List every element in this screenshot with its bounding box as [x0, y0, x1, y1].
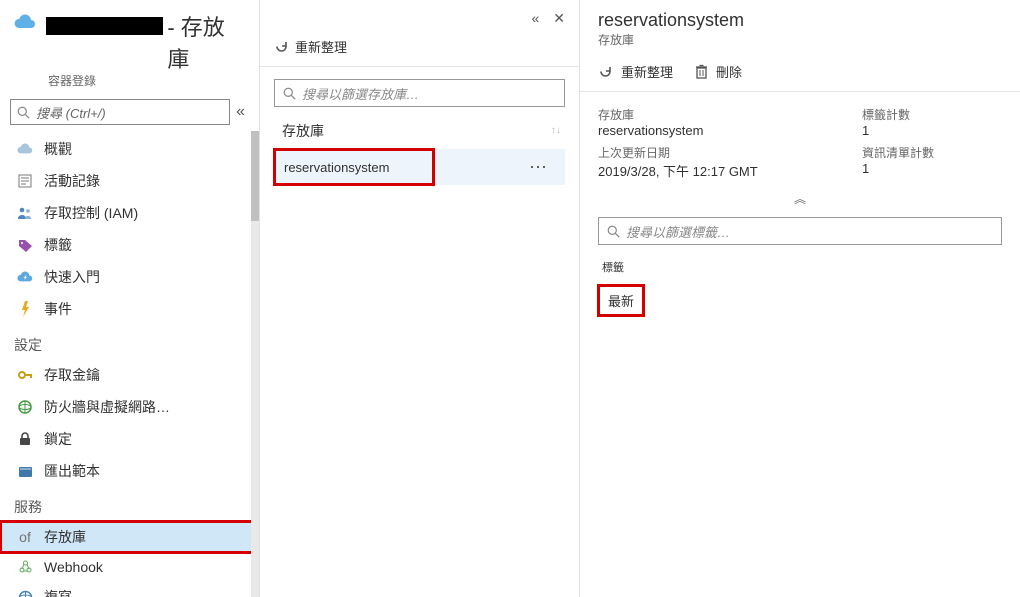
webhook-icon [16, 560, 34, 574]
nav-label: 概觀 [44, 139, 72, 159]
middle-blade: « ✕ 重新整理 搜尋以篩選存放庫… 存放庫 ↑↓ reservationsys… [260, 0, 580, 597]
right-subtitle: 存放庫 [598, 31, 1002, 48]
nav-section-services: 服務 [0, 487, 259, 521]
repo-row-more-icon[interactable]: ⋯ [513, 157, 565, 178]
nav-label: 標籤 [44, 235, 72, 255]
meta-manifest-label: 資訊清單計數 [862, 144, 1002, 161]
refresh-icon[interactable] [274, 39, 289, 54]
events-icon [16, 301, 34, 317]
delete-icon[interactable] [695, 64, 708, 79]
nav-repositories[interactable]: of 存放庫 [0, 521, 259, 553]
nav-export-template[interactable]: 匯出範本 [0, 455, 259, 487]
nav-label: 事件 [44, 299, 72, 319]
nav-webhook[interactable]: Webhook [0, 553, 259, 581]
nav-events[interactable]: 事件 [0, 293, 259, 325]
redacted-name [46, 17, 163, 35]
nav-section-settings: 設定 [0, 325, 259, 359]
search-input[interactable]: 搜尋 (Ctrl+/) [10, 99, 230, 125]
repo-service-icon: of [16, 529, 34, 545]
nav-scroll[interactable]: 概觀 活動記錄 存取控制 (IAM) 標籤 快速入門 事件 設 [0, 131, 259, 597]
tag-row[interactable]: 最新 [598, 285, 644, 316]
lock-icon [16, 432, 34, 446]
refresh-button[interactable]: 重新整理 [621, 62, 673, 81]
refresh-button[interactable]: 重新整理 [295, 37, 347, 56]
refresh-icon[interactable] [598, 64, 613, 79]
close-blade-icon[interactable]: ✕ [553, 10, 565, 27]
repo-column-label: 存放庫 [282, 121, 324, 141]
nav-tags[interactable]: 標籤 [0, 229, 259, 261]
nav-quickstart[interactable]: 快速入門 [0, 261, 259, 293]
nav-label: 防火牆與虛擬網路… [44, 397, 170, 417]
left-blade: - 存放庫 容器登錄 搜尋 (Ctrl+/) « 概觀 活動記錄 存取控制 (I… [0, 0, 260, 597]
collapse-sidebar-icon[interactable]: « [230, 103, 249, 121]
nav-label: 複寫 [44, 587, 72, 597]
iam-icon [16, 206, 34, 220]
blade-header: - 存放庫 容器登錄 [0, 0, 259, 95]
nav-iam[interactable]: 存取控制 (IAM) [0, 197, 259, 229]
meta-repo-label: 存放庫 [598, 106, 852, 123]
meta-updated-value: 2019/3/28, 下午 12:17 GMT [598, 161, 852, 180]
meta-manifest-value: 1 [862, 161, 1002, 176]
registry-icon [14, 14, 36, 30]
collapse-up-icon[interactable]: ︽ [598, 186, 1002, 217]
nav-label: Webhook [44, 559, 103, 575]
meta-tagcount-value: 1 [862, 123, 1002, 138]
nav-label: 匯出範本 [44, 461, 100, 481]
nav-label: 活動記錄 [44, 171, 100, 191]
nav-access-keys[interactable]: 存取金鑰 [0, 359, 259, 391]
tag-column-label: 標籤 [598, 259, 1002, 275]
repo-filter-placeholder: 搜尋以篩選存放庫… [302, 84, 419, 103]
tags-icon [16, 239, 34, 252]
nav-lock[interactable]: 鎖定 [0, 423, 259, 455]
repo-name[interactable]: reservationsystem [274, 149, 434, 185]
nav-label: 鎖定 [44, 429, 72, 449]
meta-updated-label: 上次更新日期 [598, 144, 852, 161]
activity-log-icon [16, 174, 34, 188]
mid-toolbar: 重新整理 [260, 29, 579, 67]
minimize-blade-icon[interactable]: « [531, 10, 539, 27]
firewall-icon [16, 400, 34, 414]
nav-label: 存取控制 (IAM) [44, 203, 138, 223]
repo-list-header[interactable]: 存放庫 ↑↓ [274, 121, 565, 149]
keys-icon [16, 369, 34, 382]
right-toolbar: 重新整理 刪除 [580, 52, 1020, 92]
blade-subtitle: 容器登錄 [48, 72, 245, 89]
repo-row[interactable]: reservationsystem ⋯ [274, 149, 565, 185]
nav-firewall[interactable]: 防火牆與虛擬網路… [0, 391, 259, 423]
blade-title-suffix: - 存放庫 [167, 10, 245, 74]
replication-icon [16, 590, 34, 597]
tag-filter-input[interactable]: 搜尋以篩選標籤… [598, 217, 1002, 245]
nav-replication[interactable]: 複寫 [0, 581, 259, 597]
right-blade: reservationsystem 存放庫 重新整理 刪除 存放庫 reserv… [580, 0, 1020, 597]
overview-icon [16, 143, 34, 155]
export-template-icon [16, 465, 34, 478]
meta-tagcount-label: 標籤計數 [862, 106, 1002, 123]
meta-repo-value: reservationsystem [598, 123, 852, 138]
sort-icon[interactable]: ↑↓ [551, 127, 561, 135]
nav-label: 存放庫 [44, 527, 86, 547]
meta-grid: 存放庫 reservationsystem 標籤計數 1 上次更新日期 2019… [598, 106, 1002, 180]
repo-filter-input[interactable]: 搜尋以篩選存放庫… [274, 79, 565, 107]
nav-label: 快速入門 [44, 267, 100, 287]
search-placeholder: 搜尋 (Ctrl+/) [36, 103, 106, 122]
delete-button[interactable]: 刪除 [716, 62, 742, 81]
nav-activity-log[interactable]: 活動記錄 [0, 165, 259, 197]
right-title: reservationsystem [598, 10, 1002, 31]
nav-label: 存取金鑰 [44, 365, 100, 385]
tag-filter-placeholder: 搜尋以篩選標籤… [626, 222, 730, 241]
quickstart-icon [16, 271, 34, 283]
nav-overview[interactable]: 概觀 [0, 133, 259, 165]
blade-title: - 存放庫 [46, 10, 245, 74]
nav-list: 概觀 活動記錄 存取控制 (IAM) 標籤 快速入門 事件 設 [0, 131, 259, 597]
